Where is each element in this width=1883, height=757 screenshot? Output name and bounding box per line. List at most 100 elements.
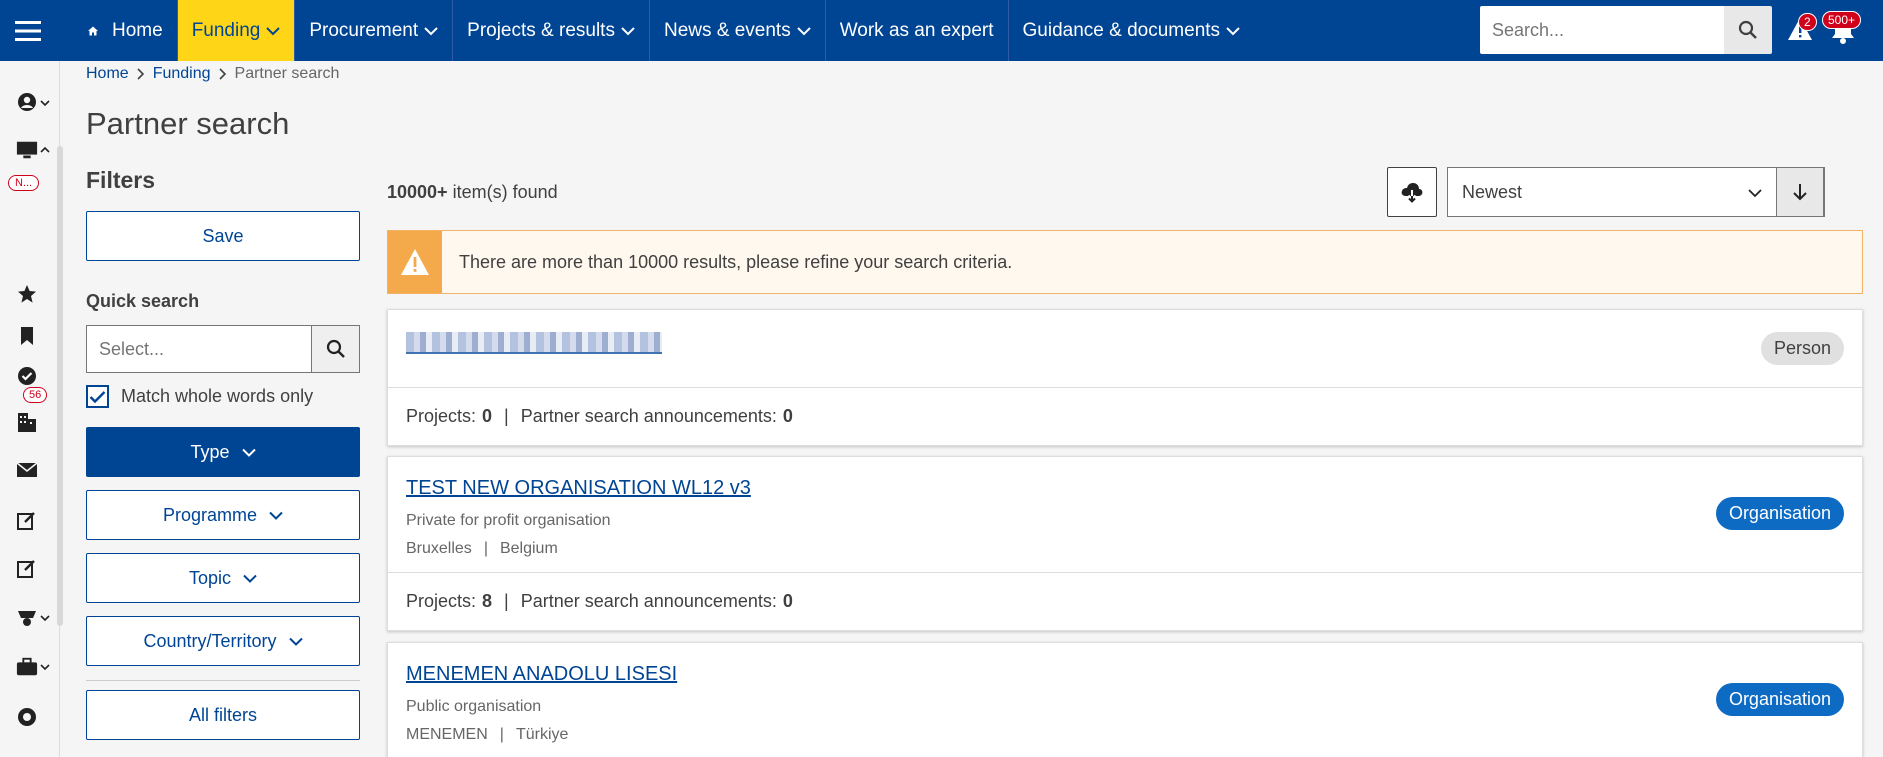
projects-label: Projects: (406, 591, 477, 611)
star-icon[interactable] (16, 283, 38, 305)
type-filter-button[interactable]: Type (86, 427, 360, 477)
check-circle-icon[interactable] (16, 365, 38, 387)
result-card: TEST NEW ORGANISATION WL12 v3 Private fo… (387, 456, 1863, 631)
results-count-suffix: item(s) found (447, 182, 558, 202)
breadcrumb-home-link[interactable]: Home (86, 65, 129, 83)
search-button[interactable] (1724, 6, 1772, 54)
sort-select[interactable]: Newest (1447, 167, 1825, 217)
support-icon[interactable] (16, 706, 38, 728)
breadcrumb: Home Funding Partner search (86, 65, 339, 83)
redacted-person-name-link[interactable] (406, 332, 662, 354)
all-filters-button[interactable]: All filters (86, 690, 360, 740)
chevron-right-icon (137, 68, 144, 80)
bookmark-icon[interactable] (16, 325, 38, 347)
announcements-label: Partner search announcements: (520, 406, 777, 426)
nav-work-label: Work as an expert (839, 19, 994, 41)
chevron-down-icon (1748, 189, 1762, 198)
quick-search-input[interactable] (87, 326, 312, 372)
nav-projects-label: Projects & results (467, 19, 615, 41)
result-title-link[interactable]: TEST NEW ORGANISATION WL12 v3 (406, 477, 751, 500)
sort-direction-button[interactable] (1776, 167, 1824, 217)
filters-divider (86, 680, 360, 681)
chevron-down-icon (40, 615, 50, 622)
chevron-down-icon (424, 26, 438, 35)
quick-search (86, 325, 360, 373)
city: MENEMEN (406, 726, 488, 743)
nav-home[interactable]: Home (56, 0, 178, 61)
nav-guidance-label: Guidance & documents (1022, 19, 1221, 41)
chevron-down-icon (1226, 26, 1240, 35)
edit-form-icon[interactable] (16, 509, 38, 531)
cloud-download-icon (1401, 183, 1423, 203)
nav-guidance-documents[interactable]: Guidance & documents (1009, 0, 1255, 61)
user-profile-icon[interactable] (16, 91, 38, 113)
notifications-count-badge: 500+ (1822, 11, 1862, 29)
results-count-value: 10000+ (387, 182, 448, 202)
chevron-down-icon (40, 664, 50, 671)
match-whole-words-option: Match whole words only (86, 385, 313, 408)
location: MENEMEN | Türkiye (406, 726, 1844, 744)
chevron-down-icon (288, 637, 303, 646)
briefcase-icon[interactable] (16, 656, 38, 678)
topic-filter-button[interactable]: Topic (86, 553, 360, 603)
result-title-link[interactable]: MENEMEN ANADOLU LISESI (406, 663, 677, 686)
monitor-icon[interactable] (16, 139, 38, 161)
breadcrumb-funding-link[interactable]: Funding (153, 65, 211, 83)
new-badge: N... (8, 175, 40, 191)
nav-news-events[interactable]: News & events (650, 0, 826, 61)
projects-count: 0 (482, 406, 493, 426)
menu-icon[interactable] (0, 0, 56, 61)
mail-count-badge: 56 (23, 387, 48, 403)
result-card: MENEMEN ANADOLU LISESI Public organisati… (387, 642, 1863, 757)
stats-separator: | (504, 591, 509, 611)
type-badge: Person (1760, 332, 1844, 365)
projects-count: 8 (482, 591, 493, 611)
nav-work-as-expert[interactable]: Work as an expert (826, 0, 1009, 61)
search-icon (1738, 20, 1757, 39)
breadcrumb-current: Partner search (234, 65, 340, 82)
announcements-count: 0 (782, 406, 793, 426)
mail-icon[interactable] (16, 459, 38, 481)
download-button[interactable] (1387, 167, 1437, 217)
chevron-down-icon (269, 511, 283, 520)
country: Belgium (499, 540, 558, 557)
announcements-count: 0 (782, 591, 793, 611)
nav-funding-label: Funding (191, 19, 261, 41)
save-filters-button[interactable]: Save (86, 211, 360, 261)
nav-funding[interactable]: Funding (177, 0, 296, 61)
quick-search-button[interactable] (312, 326, 359, 372)
match-whole-words-label: Match whole words only (121, 386, 314, 406)
result-card: Person Projects: 0 | Partner search annou… (387, 309, 1863, 446)
country: Türkiye (515, 726, 569, 743)
announcements-label: Partner search announcements: (520, 591, 777, 611)
page-title: Partner search (86, 106, 290, 141)
edit-document-icon[interactable] (16, 557, 38, 579)
chevron-down-icon (266, 26, 281, 35)
chevron-down-icon (796, 26, 811, 35)
global-search (1480, 6, 1772, 54)
city: Bruxelles (406, 540, 472, 557)
rail-scrollbar[interactable] (57, 146, 63, 626)
match-whole-words-checkbox[interactable] (86, 385, 109, 408)
organisation-type: Public organisation (406, 698, 542, 715)
chevron-up-icon (40, 146, 50, 153)
filters-title: Filters (86, 167, 156, 193)
chevron-down-icon (243, 574, 257, 583)
type-badge: Organisation (1715, 497, 1844, 530)
card-stats: Projects: 0 | Partner search announcement… (388, 387, 1862, 445)
warning-icon (388, 231, 442, 293)
search-input[interactable] (1480, 6, 1724, 54)
location-separator: | (499, 726, 504, 743)
projects-label: Projects: (406, 406, 477, 426)
nav-projects-results[interactable]: Projects & results (453, 0, 650, 61)
chevron-down-icon (621, 26, 635, 35)
search-icon (326, 339, 345, 358)
programme-filter-button[interactable]: Programme (86, 490, 360, 540)
type-filter-label: Type (190, 441, 230, 462)
tools-icon[interactable] (16, 607, 38, 629)
nav-procurement[interactable]: Procurement (295, 0, 454, 61)
location: Bruxelles | Belgium (406, 540, 1844, 558)
sort-value: Newest (1462, 181, 1523, 202)
country-filter-button[interactable]: Country/Territory (86, 616, 360, 666)
building-icon[interactable] (16, 411, 38, 433)
